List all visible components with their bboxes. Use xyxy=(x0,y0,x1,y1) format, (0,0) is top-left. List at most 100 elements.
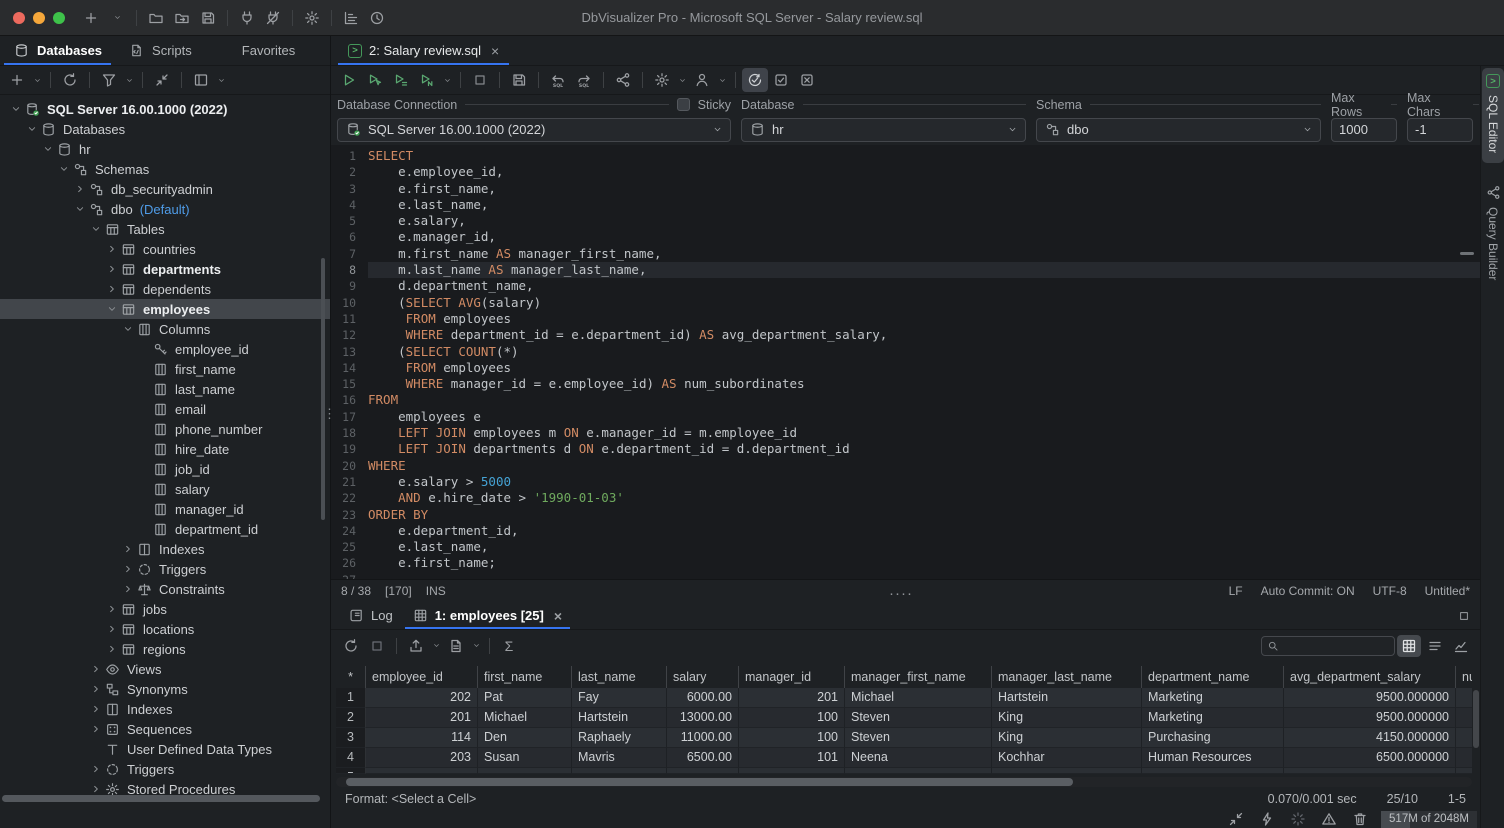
cell[interactable] xyxy=(1456,728,1472,748)
connection-select[interactable]: SQL Server 16.00.1000 (2022) xyxy=(337,118,731,142)
row-number[interactable]: 1 xyxy=(336,688,366,708)
grid-row-5[interactable]: 5 xyxy=(336,768,1472,774)
commit-button[interactable] xyxy=(768,68,794,92)
tree-item-hire-date[interactable]: hire_date xyxy=(0,439,330,459)
cell[interactable]: 6000.00 xyxy=(667,688,739,708)
cell[interactable] xyxy=(1456,748,1472,768)
tree-item-countries[interactable]: countries xyxy=(0,239,330,259)
tree-item-synonyms[interactable]: Synonyms xyxy=(0,679,330,699)
tree-filter-chevron[interactable] xyxy=(122,68,136,92)
cell[interactable] xyxy=(366,768,478,774)
tree-item-databases[interactable]: Databases xyxy=(0,119,330,139)
tree-item-hr[interactable]: hr xyxy=(0,139,330,159)
chevron-right-icon[interactable] xyxy=(120,562,135,577)
code-line-22[interactable]: 22 AND e.hire_date > '1990-01-03' xyxy=(331,490,1480,506)
shrink-button[interactable] xyxy=(1226,807,1246,828)
chevron-right-icon[interactable] xyxy=(104,642,119,657)
chevron-down-icon[interactable] xyxy=(120,322,135,337)
search-input[interactable] xyxy=(1283,639,1383,653)
share-button[interactable] xyxy=(610,68,636,92)
cell[interactable] xyxy=(992,768,1142,774)
cell[interactable]: 203 xyxy=(366,748,478,768)
cell[interactable]: 201 xyxy=(366,708,478,728)
tree-item-departments[interactable]: departments xyxy=(0,259,330,279)
cell[interactable] xyxy=(1142,768,1284,774)
zoom-window-button[interactable] xyxy=(53,12,65,24)
row-number[interactable]: 2 xyxy=(336,708,366,728)
rail-tab-sql-editor[interactable]: > SQL Editor xyxy=(1482,68,1504,163)
tree-item-department-id[interactable]: department_id xyxy=(0,519,330,539)
run-at-cursor-button[interactable] xyxy=(362,68,388,92)
code-line-24[interactable]: 24 e.department_id, xyxy=(331,523,1480,539)
tree-refresh-button[interactable] xyxy=(57,68,83,92)
close-window-button[interactable] xyxy=(13,12,25,24)
export-chevron[interactable] xyxy=(429,634,443,658)
grid-horizontal-scrollbar[interactable] xyxy=(336,777,1472,787)
cell[interactable]: Mavris xyxy=(572,748,667,768)
code-line-27[interactable]: 27 xyxy=(331,572,1480,579)
tree-add-button[interactable] xyxy=(4,68,30,92)
grid-vertical-scrollbar[interactable] xyxy=(1473,690,1479,748)
tree-item-triggers[interactable]: Triggers xyxy=(0,759,330,779)
cell[interactable]: Raphaely xyxy=(572,728,667,748)
tree-item-dbo[interactable]: dbo(Default) xyxy=(0,199,330,219)
chevron-right-icon[interactable] xyxy=(72,182,87,197)
cell[interactable] xyxy=(1456,768,1472,774)
chevron-down-icon[interactable] xyxy=(56,162,71,177)
connect-button[interactable] xyxy=(234,6,260,30)
code-line-15[interactable]: 15 WHERE manager_id = e.employee_id) AS … xyxy=(331,376,1480,392)
close-tab-icon[interactable]: × xyxy=(554,608,562,624)
code-line-25[interactable]: 25 e.last_name, xyxy=(331,539,1480,555)
chevron-right-icon[interactable] xyxy=(104,282,119,297)
code-line-3[interactable]: 3 e.first_name, xyxy=(331,181,1480,197)
result-search[interactable] xyxy=(1261,636,1395,656)
cell[interactable]: 201 xyxy=(739,688,845,708)
chevron-right-icon[interactable] xyxy=(120,582,135,597)
code-line-14[interactable]: 14 FROM employees xyxy=(331,360,1480,376)
cell[interactable]: Marketing xyxy=(1142,688,1284,708)
chevron-down-icon[interactable] xyxy=(40,142,55,157)
chevron-right-icon[interactable] xyxy=(88,682,103,697)
cell[interactable]: 9500.000000 xyxy=(1284,708,1456,728)
column-header-manager_id[interactable]: manager_id xyxy=(739,666,845,688)
grid-row-4[interactable]: 4203SusanMavris6500.00101NeenaKochharHum… xyxy=(336,748,1472,768)
layout-chevron[interactable] xyxy=(214,68,228,92)
minimize-window-button[interactable] xyxy=(33,12,45,24)
cell[interactable]: Steven xyxy=(845,708,992,728)
chevron-right-icon[interactable] xyxy=(88,722,103,737)
cell[interactable]: 114 xyxy=(366,728,478,748)
column-header-manager_first_name[interactable]: manager_first_name xyxy=(845,666,992,688)
open-file-button[interactable] xyxy=(143,6,169,30)
chevron-down-icon[interactable] xyxy=(88,222,103,237)
editor-save-button[interactable] xyxy=(506,68,532,92)
cell[interactable] xyxy=(739,768,845,774)
code-line-2[interactable]: 2 e.employee_id, xyxy=(331,164,1480,180)
run-script-button[interactable] xyxy=(388,68,414,92)
chevron-right-icon[interactable] xyxy=(104,622,119,637)
line-ending[interactable]: LF xyxy=(1229,584,1243,598)
auto-commit-status[interactable]: Auto Commit: ON xyxy=(1261,584,1355,598)
run-menu-chevron[interactable] xyxy=(440,68,454,92)
tree-item-constraints[interactable]: Constraints xyxy=(0,579,330,599)
tab-databases[interactable]: Databases xyxy=(0,36,115,65)
code-line-11[interactable]: 11 FROM employees xyxy=(331,311,1480,327)
cell[interactable] xyxy=(845,768,992,774)
tree-item-db-securityadmin[interactable]: db_securityadmin xyxy=(0,179,330,199)
tree-add-chevron[interactable] xyxy=(30,68,44,92)
chevron-down-icon[interactable] xyxy=(104,302,119,317)
tab-favorites[interactable]: Favorites xyxy=(205,36,308,65)
cell[interactable]: Steven xyxy=(845,728,992,748)
cell[interactable]: 101 xyxy=(739,748,845,768)
tree-item-employees[interactable]: employees xyxy=(0,299,330,319)
cell[interactable] xyxy=(667,768,739,774)
grid-row-3[interactable]: 3114DenRaphaely11000.00100StevenKingPurc… xyxy=(336,728,1472,748)
tab-log[interactable]: Log xyxy=(339,602,403,629)
cell[interactable] xyxy=(1284,768,1456,774)
cell[interactable] xyxy=(572,768,667,774)
tree-item-schemas[interactable]: Schemas xyxy=(0,159,330,179)
tab-employees-result[interactable]: 1: employees [25] × xyxy=(403,602,572,629)
code-line-18[interactable]: 18 LEFT JOIN employees m ON e.manager_id… xyxy=(331,425,1480,441)
chevron-down-icon[interactable] xyxy=(24,122,39,137)
column-header-employee_id[interactable]: employee_id xyxy=(366,666,478,688)
cell[interactable]: Kochhar xyxy=(992,748,1142,768)
